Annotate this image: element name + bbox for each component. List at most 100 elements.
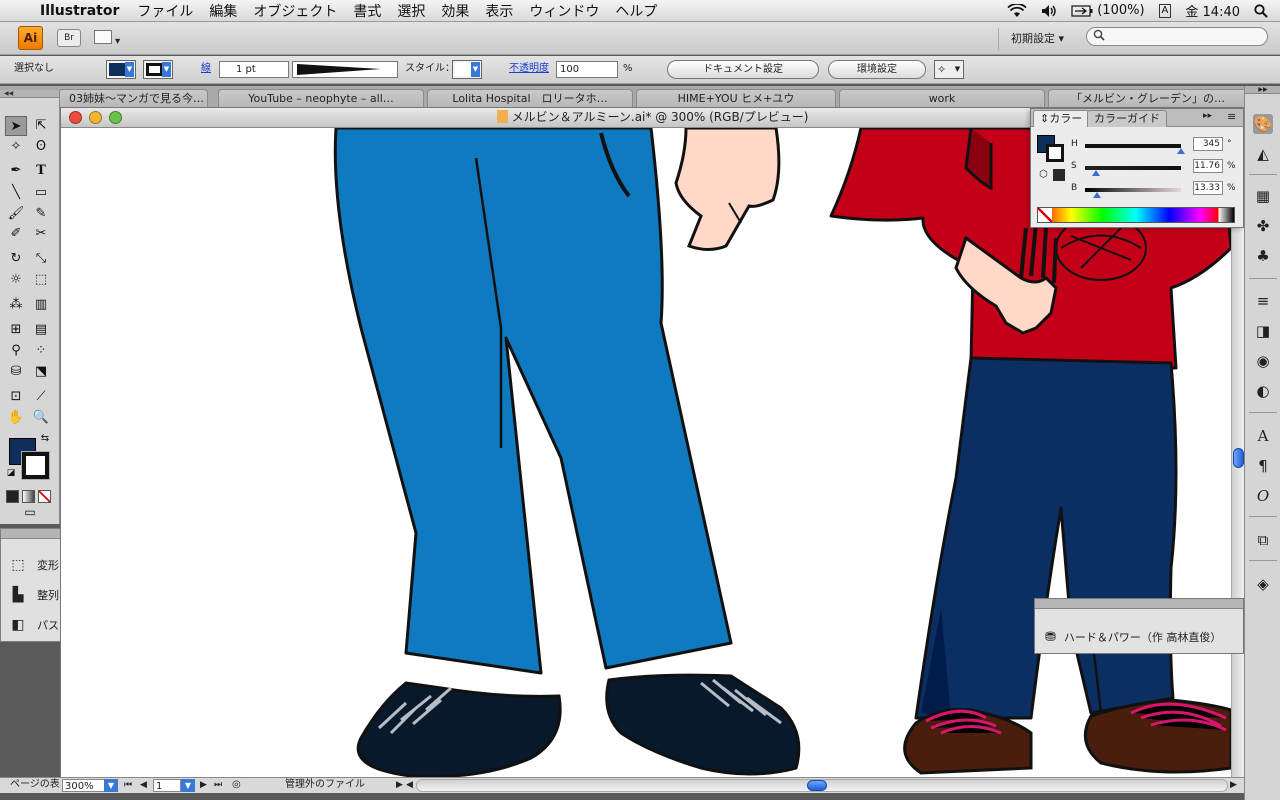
horizontal-scroll-thumb[interactable]	[807, 780, 827, 791]
live-paint-bucket-icon[interactable]: ⛁	[5, 362, 27, 382]
menu-effect[interactable]: 効果	[433, 1, 477, 21]
artboard-tool-icon[interactable]: ⊡	[5, 387, 27, 407]
layers-panel-icon[interactable]: ◈	[1253, 574, 1273, 594]
web-safe-color-chip[interactable]	[1053, 169, 1065, 181]
menu-file[interactable]: ファイル	[129, 1, 201, 21]
paintbrush-tool-icon[interactable]: 🖌	[5, 204, 27, 224]
opacity-field[interactable]: 100	[556, 61, 618, 78]
mesh-tool-icon[interactable]: ⊞	[5, 320, 27, 340]
prev-page-icon[interactable]: ◀	[140, 778, 147, 792]
panel-collapse-icon[interactable]: ▸▸	[1203, 111, 1212, 121]
selection-tool-icon[interactable]: ➤	[5, 116, 27, 136]
zoom-level-field[interactable]: 300%	[62, 779, 108, 792]
direct-selection-tool-icon[interactable]: ⇱	[30, 116, 52, 136]
pen-tool-icon[interactable]: ✒	[5, 161, 27, 181]
scroll-right-icon[interactable]: ▶	[1230, 778, 1237, 792]
color-guide-icon[interactable]: ◭	[1253, 144, 1273, 164]
tab-3[interactable]: HIME+YOU ヒメ+ユウ	[636, 89, 836, 107]
artboards-panel-icon[interactable]: ⧉	[1253, 530, 1273, 550]
gradient-tool-icon[interactable]: ▤	[30, 320, 52, 340]
opacity-label-link[interactable]: 不透明度	[509, 62, 549, 76]
transform-item[interactable]: ⬚ 変形	[9, 557, 59, 573]
blend-tool-icon[interactable]: ⁘	[30, 341, 52, 361]
stroke-label-link[interactable]: 線	[201, 62, 211, 76]
menu-help[interactable]: ヘルプ	[607, 1, 665, 21]
brightness-slider[interactable]: B 13.33 %	[1071, 181, 1239, 198]
fill-color-dropdown[interactable]: ▼	[106, 60, 136, 79]
screen-mode-icon[interactable]: ▭	[18, 504, 42, 520]
page-dropdown-icon[interactable]: ▼	[181, 779, 195, 792]
rotate-tool-icon[interactable]: ↻	[5, 249, 27, 269]
panel-stroke-swatch[interactable]	[1046, 144, 1064, 162]
rectangle-tool-icon[interactable]: ▭	[30, 183, 52, 203]
tab-2[interactable]: Lolita Hospital ロリータホ…	[427, 89, 633, 107]
out-of-web-gamut-icon[interactable]: ⬡	[1039, 169, 1048, 180]
preferences-button[interactable]: 環境設定	[828, 60, 926, 79]
help-search-input[interactable]	[1086, 27, 1268, 46]
first-page-icon[interactable]: ⏮	[124, 778, 132, 792]
input-method-indicator[interactable]: A	[1158, 3, 1172, 18]
graphic-style-dropdown[interactable]: ▼	[452, 60, 482, 79]
scale-tool-icon[interactable]: ⤡	[30, 249, 52, 269]
scroll-left-icon[interactable]: ◀	[406, 778, 413, 792]
line-tool-icon[interactable]: ╲	[5, 183, 27, 203]
tab-4[interactable]: work	[839, 89, 1045, 107]
app-menu[interactable]: Illustrator	[40, 3, 129, 19]
menu-select[interactable]: 選択	[389, 1, 433, 21]
document-setup-button[interactable]: ドキュメント設定	[667, 60, 819, 79]
battery-status[interactable]: (100%)	[1071, 3, 1145, 18]
tools-panel-header[interactable]: ◀◀	[0, 90, 59, 98]
saturation-knob[interactable]	[1092, 170, 1100, 176]
none-color-icon[interactable]	[1038, 208, 1052, 222]
tab-0[interactable]: 03姉妹〜マンガで見る今…	[58, 89, 208, 107]
menu-edit[interactable]: 編集	[201, 1, 245, 21]
dock-collapse-bar[interactable]: ▶▶	[1245, 86, 1280, 94]
brightness-knob[interactable]	[1093, 192, 1101, 198]
pencil-tool-icon[interactable]: ✎	[30, 204, 52, 224]
saturation-slider[interactable]: S 11.76 %	[1071, 159, 1239, 176]
opentype-panel-icon[interactable]: O	[1253, 486, 1273, 506]
zoom-tool-icon[interactable]: 🔍	[30, 408, 52, 428]
horizontal-scrollbar[interactable]	[416, 779, 1228, 792]
gradient-mode-icon[interactable]	[22, 490, 35, 503]
spotlight-search-icon[interactable]	[1254, 3, 1268, 18]
warp-tool-icon[interactable]: ☼	[5, 270, 27, 290]
gradient-panel-icon[interactable]: ◨	[1253, 321, 1273, 341]
tab-5[interactable]: 「メルビン・グレーデン」の…	[1048, 89, 1248, 107]
swap-fill-stroke-icon[interactable]: ⇆	[38, 432, 52, 446]
volume-icon[interactable]	[1041, 4, 1057, 18]
menubar-clock[interactable]: 金 14:40	[1185, 1, 1240, 20]
panel-title-bar[interactable]	[1035, 599, 1243, 609]
quick-select-button[interactable]: ✧ ▼	[934, 60, 964, 79]
menu-view[interactable]: 表示	[477, 1, 521, 21]
stroke-swatch[interactable]	[21, 451, 50, 480]
align-item[interactable]: ▙ 整列	[9, 587, 59, 603]
swatches-icon[interactable]: ▦	[1253, 186, 1273, 206]
graph-tool-icon[interactable]: ▥	[30, 295, 52, 315]
color-panel-icon[interactable]: 🎨	[1253, 114, 1273, 134]
page-number-field[interactable]: 1	[153, 779, 181, 792]
next-page-icon[interactable]: ▶	[200, 778, 207, 792]
blob-brush-tool-icon[interactable]: ✐	[5, 224, 27, 244]
workspace-switcher[interactable]: 初期設定 ▾	[998, 28, 1064, 50]
magic-wand-tool-icon[interactable]: ✧	[5, 137, 27, 157]
slice-tool-icon[interactable]: ⟋	[30, 387, 52, 407]
stroke-weight-field[interactable]: 1 pt	[219, 61, 289, 78]
default-colors-icon[interactable]: ◪	[4, 466, 18, 480]
zoom-icon[interactable]	[109, 111, 122, 124]
stroke-panel-icon[interactable]: ≡	[1253, 291, 1273, 311]
symbols-icon[interactable]: ♣	[1253, 246, 1273, 266]
brushes-icon[interactable]: ✤	[1253, 216, 1273, 236]
scissors-tool-icon[interactable]: ✂	[30, 224, 52, 244]
hard-power-item[interactable]: ⛃ ハード＆パワー（作 高林直俊）	[1045, 629, 1221, 645]
menu-window[interactable]: ウィンドウ	[521, 1, 607, 21]
eyedropper-tool-icon[interactable]: ⚲	[5, 341, 27, 361]
vertical-scroll-thumb[interactable]	[1233, 448, 1244, 468]
none-mode-icon[interactable]	[38, 490, 51, 503]
character-panel-icon[interactable]: A	[1253, 426, 1273, 446]
hue-value[interactable]: 345	[1193, 137, 1223, 151]
menu-type[interactable]: 書式	[345, 1, 389, 21]
transparency-panel-icon[interactable]: ◉	[1253, 351, 1273, 371]
appearance-panel-icon[interactable]: ◐	[1253, 381, 1273, 401]
wifi-icon[interactable]	[1007, 3, 1027, 18]
